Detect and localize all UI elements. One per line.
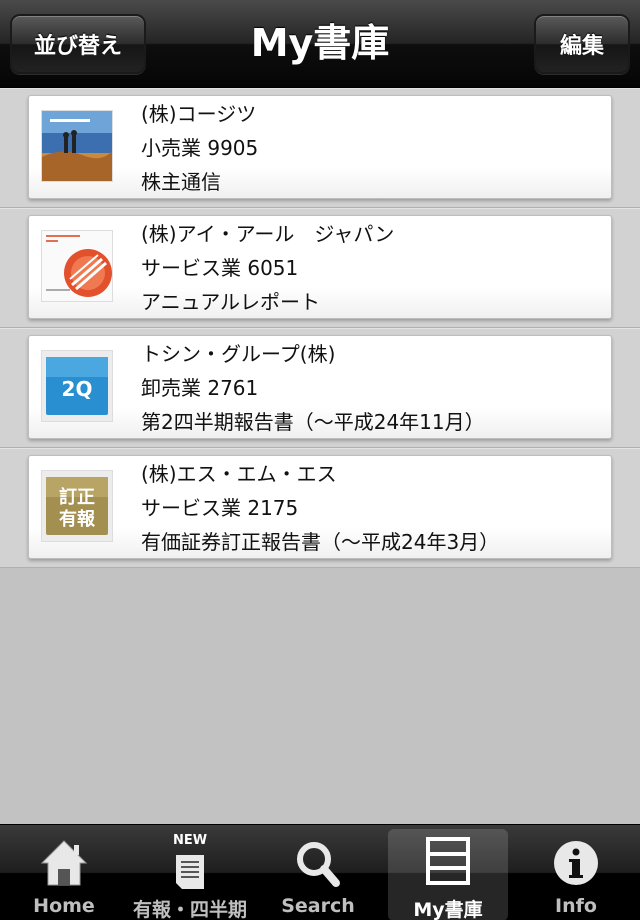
search-icon bbox=[258, 835, 378, 889]
document-title: 有価証券訂正報告書（〜平成24年3月） bbox=[141, 530, 500, 554]
home-icon bbox=[4, 835, 124, 889]
sort-button[interactable]: 並び替え bbox=[10, 14, 146, 74]
company-name: (株)エス・エム・エス bbox=[141, 462, 337, 486]
document-title: 第2四半期報告書（〜平成24年11月） bbox=[141, 410, 485, 434]
library-list: (株)コージツ 小売業 9905 株主通信 (株)アイ・アール ジャパン サービ… bbox=[0, 88, 640, 568]
info-icon bbox=[516, 835, 636, 889]
correction-badge-text-top: 訂正 bbox=[59, 486, 95, 508]
document-card[interactable]: (株)コージツ 小売業 9905 株主通信 bbox=[28, 95, 612, 199]
list-item[interactable]: 2Q トシン・グループ(株) 卸売業 2761 第2四半期報告書（〜平成24年1… bbox=[0, 328, 640, 448]
annual-report-cover-icon bbox=[41, 230, 113, 302]
industry-code: サービス業 2175 bbox=[141, 496, 299, 520]
photo-cover-icon bbox=[41, 110, 113, 182]
tab-label: Search bbox=[281, 895, 355, 917]
document-card[interactable]: 2Q トシン・グループ(株) 卸売業 2761 第2四半期報告書（〜平成24年1… bbox=[28, 335, 612, 439]
2q-badge-text: 2Q bbox=[62, 377, 93, 401]
navigation-bar: My書庫 並び替え 編集 bbox=[0, 0, 640, 88]
list-item[interactable]: 訂正 有報 (株)エス・エム・エス サービス業 2175 有価証券訂正報告書（〜… bbox=[0, 448, 640, 568]
document-icon bbox=[130, 835, 250, 889]
tab-label: 有報・四半期 bbox=[132, 899, 247, 920]
company-name: (株)アイ・アール ジャパン bbox=[141, 222, 395, 246]
list-item[interactable]: (株)アイ・アール ジャパン サービス業 6051 アニュアルレポート bbox=[0, 208, 640, 328]
document-card[interactable]: (株)アイ・アール ジャパン サービス業 6051 アニュアルレポート bbox=[28, 215, 612, 319]
industry-code: 小売業 9905 bbox=[141, 136, 259, 160]
tab-info[interactable]: Info bbox=[516, 829, 636, 920]
tab-search[interactable]: Search bbox=[258, 829, 378, 920]
industry-code: 卸売業 2761 bbox=[141, 376, 259, 400]
document-card[interactable]: 訂正 有報 (株)エス・エム・エス サービス業 2175 有価証券訂正報告書（〜… bbox=[28, 455, 612, 559]
tab-reports[interactable]: NEW 有報・四半期 bbox=[130, 829, 250, 920]
industry-code: サービス業 6051 bbox=[141, 256, 299, 280]
bookshelf-icon bbox=[388, 835, 508, 889]
list-item[interactable]: (株)コージツ 小売業 9905 株主通信 bbox=[0, 88, 640, 208]
correction-report-badge-icon: 訂正 有報 bbox=[41, 470, 113, 542]
edit-button[interactable]: 編集 bbox=[534, 14, 630, 74]
tab-bar: Home NEW 有報・四半期 Search My書庫 Info bbox=[0, 824, 640, 920]
company-name: (株)コージツ bbox=[141, 102, 257, 126]
tab-label: Info bbox=[555, 895, 597, 917]
tab-label: My書庫 bbox=[413, 899, 483, 920]
tab-home[interactable]: Home bbox=[4, 829, 124, 920]
correction-badge-text-bottom: 有報 bbox=[59, 508, 96, 530]
document-title: 株主通信 bbox=[141, 170, 221, 194]
document-title: アニュアルレポート bbox=[141, 290, 320, 314]
company-name: トシン・グループ(株) bbox=[141, 342, 336, 366]
tab-label: Home bbox=[33, 895, 95, 917]
2q-badge-icon: 2Q bbox=[41, 350, 113, 422]
tab-my-library[interactable]: My書庫 bbox=[388, 829, 508, 920]
